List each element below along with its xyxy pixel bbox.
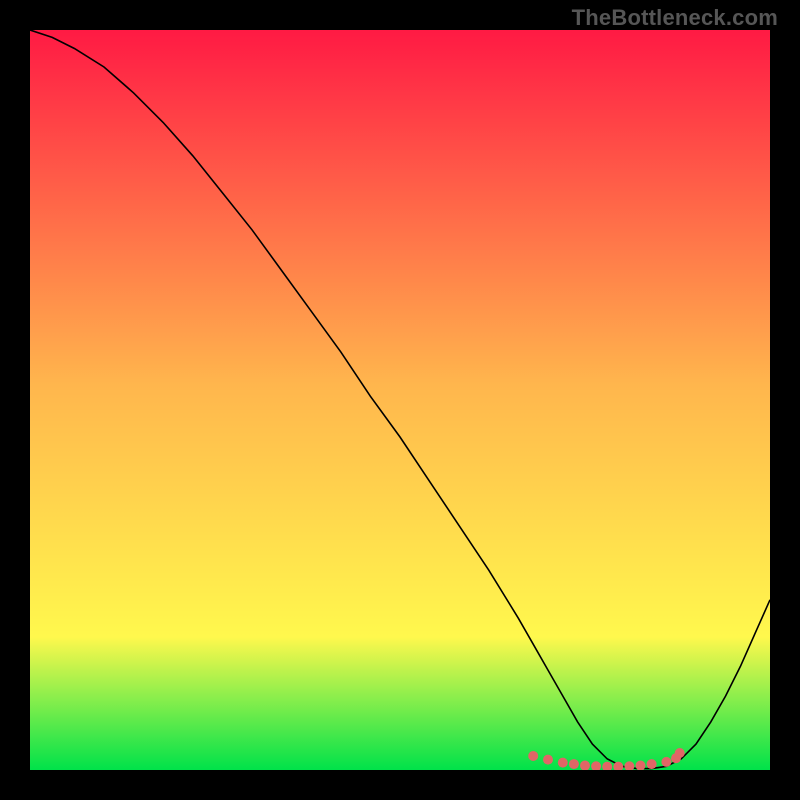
marker-dot — [647, 759, 657, 769]
gradient-background — [30, 30, 770, 770]
marker-dot — [558, 758, 568, 768]
marker-dot — [569, 759, 579, 769]
plot-area — [30, 30, 770, 770]
chart-svg — [30, 30, 770, 770]
watermark-text: TheBottleneck.com — [572, 5, 778, 31]
marker-dot — [661, 757, 671, 767]
marker-dot — [543, 755, 553, 765]
marker-dot — [675, 748, 685, 758]
marker-dot — [528, 751, 538, 761]
chart-frame: TheBottleneck.com — [0, 0, 800, 800]
